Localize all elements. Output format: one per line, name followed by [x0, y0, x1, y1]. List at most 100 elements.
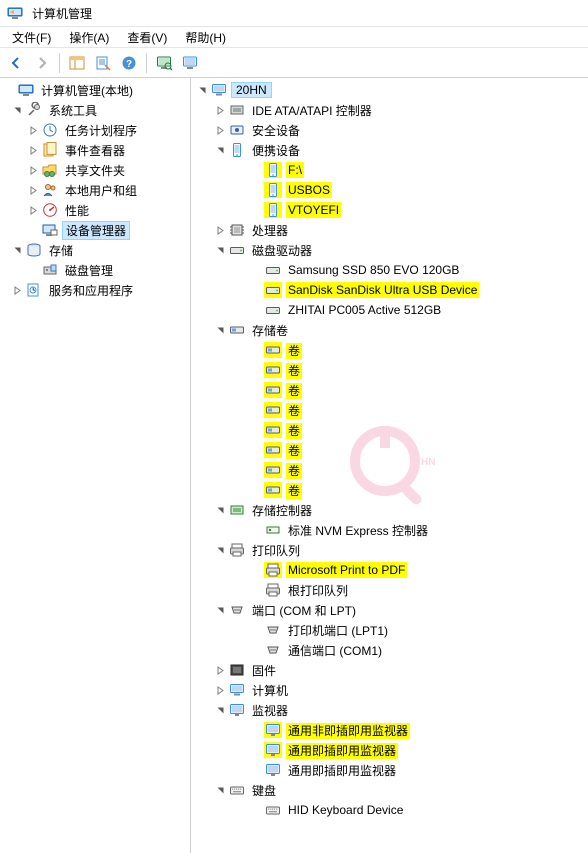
device-node-volume[interactable]: 卷 — [191, 460, 588, 480]
expander-closed-icon[interactable] — [10, 283, 24, 297]
monitor-icon — [264, 722, 282, 738]
expander-closed-icon[interactable] — [26, 163, 40, 177]
device-category-storage-ctrl[interactable]: 存储控制器 — [191, 500, 588, 520]
device-category-processors[interactable]: 处理器 — [191, 220, 588, 240]
device-node-printer[interactable]: Microsoft Print to PDF — [191, 560, 588, 580]
node-label: 通用即插即用监视器 — [286, 763, 398, 779]
properties-button[interactable] — [91, 51, 115, 75]
tree-node-task-scheduler[interactable]: 任务计划程序 — [0, 120, 190, 140]
node-label: 设备管理器 — [64, 223, 128, 239]
expander-closed-icon[interactable] — [213, 663, 227, 677]
device-category-print[interactable]: 打印队列 — [191, 540, 588, 560]
device-category-computer[interactable]: 计算机 — [191, 680, 588, 700]
expander-closed-icon[interactable] — [26, 143, 40, 157]
expander-closed-icon[interactable] — [213, 223, 227, 237]
device-category-ide[interactable]: IDE ATA/ATAPI 控制器 — [191, 100, 588, 120]
tree-node-device-manager[interactable]: 设备管理器 — [0, 220, 190, 240]
device-view-button[interactable] — [178, 51, 202, 75]
device-node-volume[interactable]: 卷 — [191, 440, 588, 460]
expander-open-icon[interactable] — [213, 703, 227, 717]
tree-node-services-apps[interactable]: 服务和应用程序 — [0, 280, 190, 300]
expander-open-icon[interactable] — [213, 323, 227, 337]
device-node-monitor[interactable]: 通用即插即用监视器 — [191, 740, 588, 760]
ide-controller-icon — [228, 102, 246, 118]
tree-node-disk-management[interactable]: 磁盘管理 — [0, 260, 190, 280]
tree-node-performance[interactable]: 性能 — [0, 200, 190, 220]
device-node-volume[interactable]: 卷 — [191, 420, 588, 440]
storage-controller-icon — [228, 502, 246, 518]
expander-open-icon[interactable] — [213, 143, 227, 157]
node-label: 卷 — [286, 443, 302, 459]
menu-file[interactable]: 文件(F) — [4, 27, 59, 48]
tree-node-local-users[interactable]: 本地用户和组 — [0, 180, 190, 200]
device-node-port[interactable]: 打印机端口 (LPT1) — [191, 620, 588, 640]
device-root-node[interactable]: 20HN — [191, 80, 588, 100]
expander-open-icon[interactable] — [213, 783, 227, 797]
device-node-monitor[interactable]: 通用即插即用监视器 — [191, 760, 588, 780]
volume-icon — [264, 362, 282, 378]
left-tree-pane[interactable]: 计算机管理(本地) 系统工具 — [0, 78, 191, 853]
show-hide-tree-button[interactable] — [65, 51, 89, 75]
expander-open-icon[interactable] — [195, 83, 209, 97]
device-category-security[interactable]: 安全设备 — [191, 120, 588, 140]
device-category-portable[interactable]: 便携设备 — [191, 140, 588, 160]
node-label: 性能 — [63, 203, 91, 219]
device-category-ports[interactable]: 端口 (COM 和 LPT) — [191, 600, 588, 620]
expander-open-icon[interactable] — [213, 543, 227, 557]
portable-device-icon — [228, 142, 246, 158]
help-button[interactable]: ? — [117, 51, 141, 75]
device-node-volume[interactable]: 卷 — [191, 400, 588, 420]
expander-open-icon[interactable] — [213, 603, 227, 617]
right-tree-pane[interactable]: HN 20HNIDE ATA/ATAPI 控制器安全设备便携设备F:\USBOS… — [191, 78, 588, 853]
expander-open-icon[interactable] — [10, 103, 24, 117]
nav-back-button[interactable] — [4, 51, 28, 75]
node-label: Microsoft Print to PDF — [286, 562, 407, 578]
expander-closed-icon[interactable] — [213, 103, 227, 117]
device-node-volume[interactable]: 卷 — [191, 480, 588, 500]
device-node-volume[interactable]: 卷 — [191, 380, 588, 400]
expander-open-icon[interactable] — [10, 243, 24, 257]
tree-node-storage[interactable]: 存储 — [0, 240, 190, 260]
device-node-volume[interactable]: 卷 — [191, 360, 588, 380]
device-node-disk[interactable]: SanDisk SanDisk Ultra USB Device — [191, 280, 588, 300]
scan-hardware-button[interactable] — [152, 51, 176, 75]
device-node-monitor[interactable]: 通用非即插即用监视器 — [191, 720, 588, 740]
device-node-portable[interactable]: USBOS — [191, 180, 588, 200]
expander-closed-icon[interactable] — [26, 203, 40, 217]
tree-node-system-tools[interactable]: 系统工具 — [0, 100, 190, 120]
tree-root-node[interactable]: 计算机管理(本地) — [0, 80, 190, 100]
device-category-volumes[interactable]: 存储卷 — [191, 320, 588, 340]
nav-forward-button[interactable] — [30, 51, 54, 75]
device-node-port[interactable]: 通信端口 (COM1) — [191, 640, 588, 660]
menu-action[interactable]: 操作(A) — [61, 27, 117, 48]
expander-closed-icon[interactable] — [213, 683, 227, 697]
disk-drive-icon — [264, 302, 282, 318]
expander-open-icon[interactable] — [213, 503, 227, 517]
device-category-firmware[interactable]: 固件 — [191, 660, 588, 680]
device-node-printer[interactable]: 根打印队列 — [191, 580, 588, 600]
device-node-disk[interactable]: ZHITAI PC005 Active 512GB — [191, 300, 588, 320]
computer-icon — [228, 682, 246, 698]
expander-closed-icon[interactable] — [213, 123, 227, 137]
device-node-disk[interactable]: Samsung SSD 850 EVO 120GB — [191, 260, 588, 280]
device-category-monitors[interactable]: 监视器 — [191, 700, 588, 720]
expander-open-icon[interactable] — [213, 243, 227, 257]
device-node-keyboard[interactable]: HID Keyboard Device — [191, 800, 588, 820]
device-category-keyboards[interactable]: 键盘 — [191, 780, 588, 800]
device-node-volume[interactable]: 卷 — [191, 340, 588, 360]
services-icon — [25, 282, 43, 298]
menu-help[interactable]: 帮助(H) — [177, 27, 234, 48]
printer-icon — [264, 582, 282, 598]
node-label: SanDisk SanDisk Ultra USB Device — [286, 282, 479, 298]
node-label: USBOS — [286, 182, 332, 198]
expander-closed-icon[interactable] — [26, 183, 40, 197]
tree-node-event-viewer[interactable]: 事件查看器 — [0, 140, 190, 160]
device-category-disks[interactable]: 磁盘驱动器 — [191, 240, 588, 260]
expander-closed-icon[interactable] — [26, 123, 40, 137]
svg-text:?: ? — [126, 59, 132, 70]
device-node-nvme[interactable]: 标准 NVM Express 控制器 — [191, 520, 588, 540]
menu-view[interactable]: 查看(V) — [119, 27, 175, 48]
device-node-portable[interactable]: F:\ — [191, 160, 588, 180]
tree-node-shared-folders[interactable]: 共享文件夹 — [0, 160, 190, 180]
device-node-portable[interactable]: VTOYEFI — [191, 200, 588, 220]
